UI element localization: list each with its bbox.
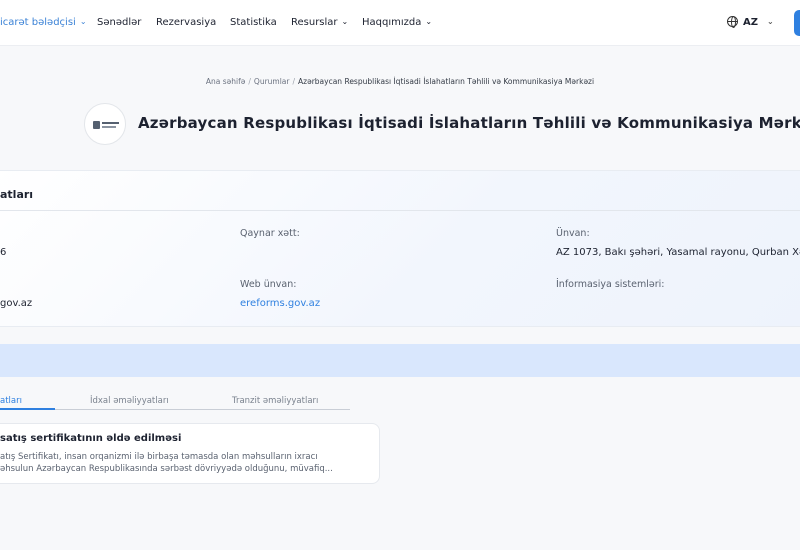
- contact-value: 6: [0, 247, 7, 258]
- breadcrumb-home[interactable]: Ana səhifə: [206, 77, 245, 86]
- tab-import[interactable]: İdxal əməliyyatları: [90, 396, 169, 406]
- nav-item-documents[interactable]: Sənədlər: [97, 0, 141, 46]
- breadcrumb-current: Azərbaycan Respublikası İqtisadi İslahat…: [298, 77, 595, 86]
- web-link[interactable]: ereforms.gov.az: [240, 298, 320, 309]
- chevron-down-icon: ⌄: [425, 17, 433, 26]
- contacts-card-title: atları: [0, 188, 34, 201]
- info-systems-label: İnformasiya sistemləri:: [556, 279, 665, 290]
- section-band: [0, 344, 800, 377]
- nav-item-about[interactable]: Haqqımızda ⌄: [362, 0, 432, 46]
- nav-label: Statistika: [230, 17, 277, 28]
- service-description: atış Sertifikatı, insan orqanizmi ilə bi…: [0, 451, 370, 475]
- organization-logo: [84, 103, 126, 145]
- service-title: satış sertifikatının əldə edilməsi: [0, 433, 182, 444]
- globe-icon: [727, 16, 738, 28]
- web-label: Web ünvan:: [240, 279, 297, 290]
- active-tab-indicator: [0, 408, 55, 410]
- hotline-label: Qaynar xətt:: [240, 228, 300, 239]
- login-button[interactable]: [794, 10, 800, 36]
- chevron-down-icon: ⌄: [79, 17, 87, 26]
- chevron-down-icon: ⌄: [341, 17, 349, 26]
- service-description-line: əhsulun Azərbaycan Respublikasında sərbə…: [0, 464, 333, 474]
- tab-transit[interactable]: Tranzit əməliyyatları: [232, 396, 318, 406]
- nav-item-reservation[interactable]: Rezervasiya: [156, 0, 216, 46]
- contact-email-value[interactable]: gov.az: [0, 298, 32, 309]
- breadcrumb-institutions[interactable]: Qurumlar: [254, 77, 290, 86]
- service-description-line: atış Sertifikatı, insan orqanizmi ilə bi…: [0, 452, 318, 462]
- breadcrumb: Ana səhifə / Qurumlar / Azərbaycan Respublik…: [205, 77, 595, 86]
- nav-label: Sənədlər: [97, 17, 142, 28]
- nav-label: Haqqımızda: [362, 17, 422, 28]
- divider: [0, 210, 800, 211]
- top-navigation: icarət bələdçisi ⌄ Sənədlər Rezervasiya S…: [0, 0, 800, 46]
- nav-item-statistics[interactable]: Statistika: [230, 0, 277, 46]
- language-switcher[interactable]: AZ ⌄: [727, 0, 774, 46]
- language-label: AZ: [743, 17, 758, 28]
- nav-item-trade-guide[interactable]: icarət bələdçisi ⌄: [0, 0, 87, 46]
- page-title: Azərbaycan Respublikası İqtisadi İslahat…: [138, 114, 800, 132]
- address-label: Ünvan:: [556, 228, 590, 239]
- nav-label: icarət bələdçisi: [0, 17, 76, 28]
- nav-item-resources[interactable]: Resurslar ⌄: [291, 0, 348, 46]
- nav-label: Rezervasiya: [156, 17, 217, 28]
- chevron-down-icon: ⌄: [767, 17, 774, 26]
- tab-export[interactable]: atları: [0, 396, 22, 406]
- nav-label: Resurslar: [291, 17, 338, 28]
- address-value: AZ 1073, Bakı şəhəri, Yasamal rayonu, Qu…: [556, 247, 800, 258]
